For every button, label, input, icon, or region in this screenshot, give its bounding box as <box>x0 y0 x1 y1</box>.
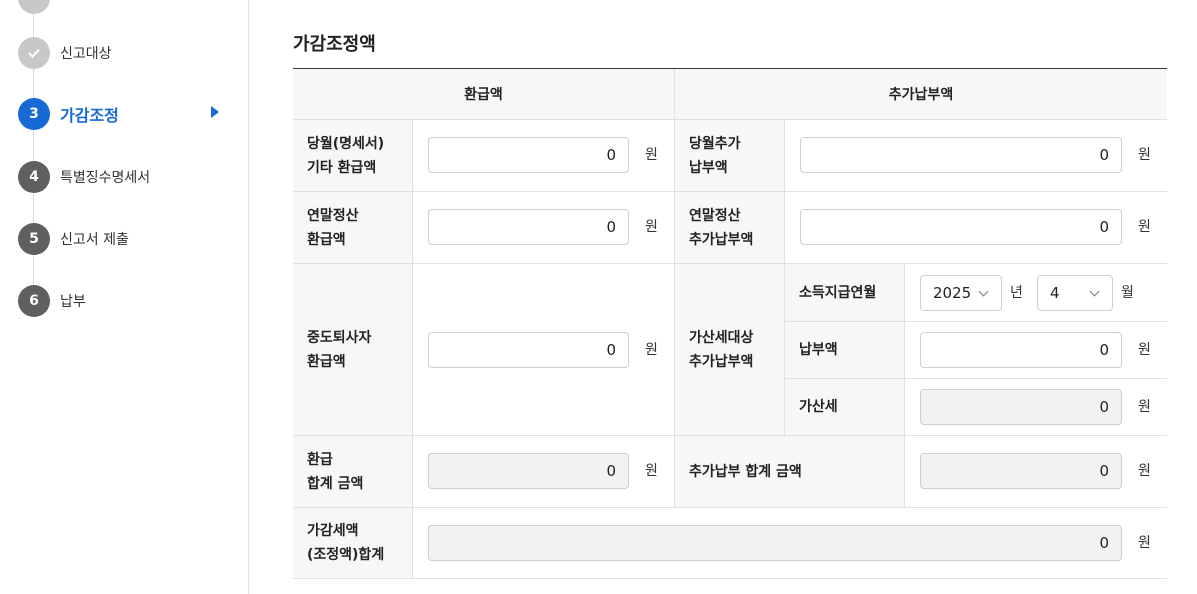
unit-won: 원 <box>1138 535 1151 551</box>
cell-monthly-refund: 0 원 <box>413 120 675 192</box>
penalty-tax-field: 0 <box>920 389 1122 425</box>
label-additional-total: 추가납부 합계 금액 <box>675 436 905 508</box>
unit-won: 원 <box>645 463 658 479</box>
step-previous[interactable] <box>18 0 50 14</box>
label-payment: 납부액 <box>785 322 905 379</box>
chevron-down-icon <box>1089 286 1100 297</box>
unit-won: 원 <box>1138 463 1151 479</box>
step-special-withholding[interactable]: 4 특별징수명세서 <box>18 161 150 193</box>
cell-refund-total: 0 원 <box>413 436 675 508</box>
cell-yearend-additional: 0 원 <box>785 192 1167 264</box>
adjustment-table: 환급액 추가납부액 당월(명세서) 기타 환급액 0 원 당월추가 납부액 0 … <box>293 68 1167 579</box>
unit-month: 월 <box>1121 285 1134 301</box>
monthly-additional-input[interactable]: 0 <box>800 137 1122 173</box>
label-refund-total: 환급 합계 금액 <box>293 436 413 508</box>
label-midretire-refund: 중도퇴사자 환급액 <box>293 264 413 436</box>
year-select[interactable]: 2025 <box>920 275 1002 311</box>
unit-won: 원 <box>645 219 658 235</box>
label-monthly-refund: 당월(명세서) 기타 환급액 <box>293 120 413 192</box>
step-submit-report[interactable]: 5 신고서 제출 <box>18 223 129 255</box>
header-additional: 추가납부액 <box>675 69 1167 120</box>
month-select[interactable]: 4 <box>1037 275 1113 311</box>
cell-penalty-tax: 0 원 <box>905 379 1167 436</box>
chevron-down-icon <box>978 286 989 297</box>
step-number: 6 <box>18 285 50 317</box>
yearend-additional-input[interactable]: 0 <box>800 209 1122 245</box>
cell-monthly-additional: 0 원 <box>785 120 1167 192</box>
cell-income-month: 2025 년 4 월 <box>905 264 1167 322</box>
cell-midretire-refund: 0 원 <box>413 264 675 436</box>
label-adjusted-total: 가감세액 (조정액)합계 <box>293 508 413 579</box>
unit-year: 년 <box>1010 285 1023 301</box>
midretire-refund-input[interactable]: 0 <box>428 332 629 368</box>
cell-adjusted-total: 0 원 <box>413 508 1167 579</box>
unit-won: 원 <box>645 147 658 163</box>
label-income-month: 소득지급연월 <box>785 264 905 322</box>
step-adjustment[interactable]: 3 가감조정 <box>18 98 119 130</box>
monthly-refund-input[interactable]: 0 <box>428 137 629 173</box>
header-refund: 환급액 <box>293 69 675 120</box>
step-number: 4 <box>18 161 50 193</box>
refund-total-field: 0 <box>428 453 629 489</box>
yearend-refund-input[interactable]: 0 <box>428 209 629 245</box>
unit-won: 원 <box>1138 147 1151 163</box>
checkmark-icon <box>18 37 50 69</box>
unit-won: 원 <box>645 342 658 358</box>
step-circle <box>18 0 50 14</box>
step-label: 특별징수명세서 <box>60 170 151 186</box>
payment-input[interactable]: 0 <box>920 332 1122 368</box>
step-label: 납부 <box>60 294 86 310</box>
step-label: 신고서 제출 <box>60 232 129 248</box>
step-label: 신고대상 <box>60 46 112 62</box>
step-sidebar: 신고대상 3 가감조정 4 특별징수명세서 5 신고서 제출 6 납부 <box>0 0 249 594</box>
cell-payment: 0 원 <box>905 322 1167 379</box>
label-penalty-tax: 가산세 <box>785 379 905 436</box>
step-number: 3 <box>18 98 50 130</box>
unit-won: 원 <box>1138 219 1151 235</box>
step-report-target[interactable]: 신고대상 <box>18 37 112 69</box>
cell-yearend-refund: 0 원 <box>413 192 675 264</box>
cell-additional-total: 0 원 <box>905 436 1167 508</box>
unit-won: 원 <box>1138 399 1151 415</box>
step-payment[interactable]: 6 납부 <box>18 285 86 317</box>
section-title: 가감조정액 <box>293 34 376 55</box>
step-number: 5 <box>18 223 50 255</box>
label-yearend-refund: 연말정산 환급액 <box>293 192 413 264</box>
additional-total-field: 0 <box>920 453 1122 489</box>
label-monthly-additional: 당월추가 납부액 <box>675 120 785 192</box>
label-yearend-additional: 연말정산 추가납부액 <box>675 192 785 264</box>
unit-won: 원 <box>1138 342 1151 358</box>
adjusted-total-field: 0 <box>428 525 1122 561</box>
label-penalty-target: 가산세대상 추가납부액 <box>675 264 785 436</box>
step-label: 가감조정 <box>60 106 119 125</box>
current-step-arrow-icon <box>211 106 219 118</box>
